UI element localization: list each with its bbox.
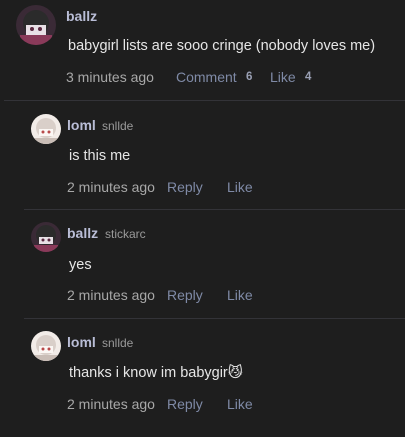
- post-timestamp: 3 minutes ago: [66, 69, 154, 85]
- reply-timestamp: 2 minutes ago: [67, 396, 155, 412]
- reply-button[interactable]: Reply: [167, 179, 203, 195]
- post-text: babygirl lists are sooo cringe (nobody l…: [68, 38, 376, 54]
- reply-username[interactable]: loml: [67, 117, 96, 133]
- reply-text: is this me: [69, 148, 131, 164]
- divider: [4, 100, 405, 101]
- avatar[interactable]: [31, 222, 61, 252]
- reply-handle: snllde: [102, 336, 134, 350]
- like-button[interactable]: Like: [270, 69, 296, 85]
- reply-timestamp: 2 minutes ago: [67, 179, 155, 195]
- reply-timestamp: 2 minutes ago: [67, 287, 155, 303]
- avatar[interactable]: [16, 5, 56, 45]
- like-button[interactable]: Like: [227, 179, 253, 195]
- reply-username[interactable]: loml: [67, 334, 96, 350]
- avatar[interactable]: [31, 331, 61, 361]
- divider: [24, 318, 405, 319]
- reply-handle: snllde: [102, 119, 134, 133]
- comment-count: 6: [246, 71, 253, 83]
- reply-handle: stickarc: [105, 227, 146, 241]
- reply-button[interactable]: Reply: [167, 396, 203, 412]
- reply-text: yes: [69, 257, 92, 273]
- avatar[interactable]: [31, 114, 61, 144]
- reply-button[interactable]: Reply: [167, 287, 203, 303]
- reply-text: thanks i know im babygir😼: [69, 365, 243, 381]
- comment-button[interactable]: Comment: [176, 69, 237, 85]
- like-count: 4: [305, 71, 312, 83]
- divider: [24, 209, 405, 210]
- post-username[interactable]: ballz: [66, 8, 97, 24]
- like-button[interactable]: Like: [227, 396, 253, 412]
- like-button[interactable]: Like: [227, 287, 253, 303]
- reply-username[interactable]: ballz: [67, 225, 98, 241]
